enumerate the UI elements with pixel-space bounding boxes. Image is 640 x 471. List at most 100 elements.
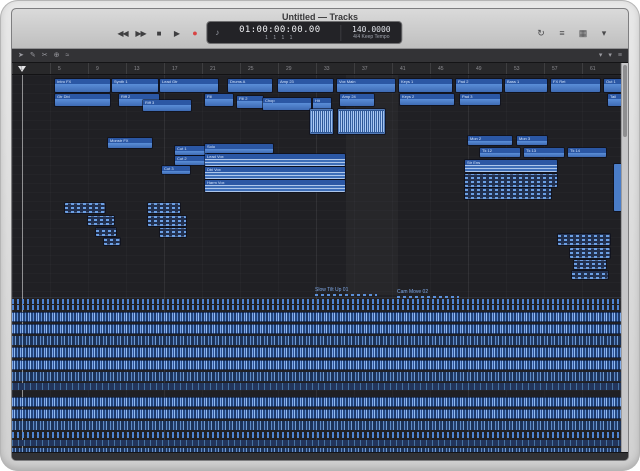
region-mon-2[interactable]: Mon 2 bbox=[468, 136, 512, 145]
ruler-tick: 45 bbox=[438, 66, 444, 72]
region-drums-a[interactable]: Drums A bbox=[228, 79, 272, 92]
bottom-track-row[interactable] bbox=[12, 421, 621, 430]
ruler-tick: 25 bbox=[248, 66, 254, 72]
pointer-tool-icon[interactable]: ➤ bbox=[18, 50, 24, 62]
region-fx-ret[interactable]: FX Ret bbox=[551, 79, 600, 92]
bottom-track-row[interactable] bbox=[12, 312, 621, 322]
zoom-tool-icon[interactable]: ⊕ bbox=[54, 50, 60, 62]
region-harm-vox[interactable]: Harm Vox bbox=[205, 180, 345, 192]
region-clip[interactable] bbox=[148, 203, 180, 213]
region-gtr-dbl[interactable]: Gtr Dbl bbox=[55, 94, 110, 106]
automation-icon[interactable]: ≈ bbox=[66, 50, 70, 62]
region-clip[interactable] bbox=[88, 216, 114, 225]
region-clip[interactable] bbox=[465, 188, 551, 199]
drag-menu-icon[interactable]: ▾ bbox=[608, 50, 612, 62]
region-clip[interactable] bbox=[310, 109, 333, 134]
region-amp-23[interactable]: Amp 23 bbox=[278, 79, 333, 92]
region-lead-vox[interactable]: Lead Vox bbox=[205, 154, 345, 166]
region-lead-gtr[interactable]: Lead Gtr bbox=[160, 79, 218, 92]
region-content bbox=[568, 153, 606, 157]
region-tk-13[interactable]: Tk 13 bbox=[524, 148, 564, 157]
region-content bbox=[88, 216, 114, 225]
region-clip[interactable] bbox=[96, 228, 116, 236]
region-content bbox=[468, 141, 512, 145]
bottom-track-row[interactable] bbox=[12, 360, 621, 370]
region-clip[interactable] bbox=[465, 174, 557, 187]
region-clip[interactable] bbox=[338, 109, 385, 134]
region-pad-3[interactable]: Pad 3 bbox=[460, 94, 500, 105]
lcd-display[interactable]: ♪ 01:00:00:00.00 1 1 1 1 140.0000 4/4 Ke… bbox=[206, 21, 402, 44]
control-toolbar: ➤ ✎ ✂ ⊕ ≈ ▾ ▾ ≡ bbox=[12, 49, 628, 63]
stop-button[interactable]: ■ bbox=[152, 27, 165, 40]
region-clip[interactable] bbox=[570, 248, 610, 258]
region-synth-1[interactable]: Synth 1 bbox=[112, 79, 158, 92]
mixer-icon[interactable]: ▦ bbox=[576, 27, 589, 40]
region-amp-24[interactable]: Amp 24 bbox=[340, 94, 374, 106]
ruler-tick: 41 bbox=[400, 66, 406, 72]
region-bass-1[interactable]: Bass 1 bbox=[505, 79, 547, 92]
region-str-ens[interactable]: Str Ens bbox=[465, 160, 557, 172]
region-clip[interactable] bbox=[558, 234, 610, 245]
region-intro-fx[interactable]: Intro FX bbox=[55, 79, 110, 92]
region-clip[interactable] bbox=[104, 238, 120, 245]
region-dbl-vox[interactable]: Dbl Vox bbox=[205, 167, 345, 179]
region-chop[interactable]: Chop bbox=[263, 98, 311, 110]
bottom-track-row[interactable] bbox=[12, 409, 621, 419]
region-clip[interactable] bbox=[574, 260, 606, 269]
region-pad-2[interactable]: Pad 2 bbox=[456, 79, 502, 92]
vertical-scrollbar[interactable] bbox=[621, 63, 628, 452]
play-button[interactable]: ▶ bbox=[170, 27, 183, 40]
zoom-sliders-icon[interactable]: ≡ bbox=[618, 50, 622, 62]
region-cut-1[interactable]: Cut 1 bbox=[175, 146, 207, 155]
bottom-track-row[interactable] bbox=[12, 305, 621, 310]
note-icon: ♪ bbox=[211, 28, 223, 37]
bottom-track-row[interactable] bbox=[12, 383, 621, 390]
bottom-track-row[interactable] bbox=[12, 372, 621, 381]
scissors-tool-icon[interactable]: ✂ bbox=[42, 50, 48, 62]
bottom-track-row[interactable] bbox=[12, 397, 621, 407]
bar-ruler[interactable]: 15913172125293337414549535761 bbox=[12, 63, 628, 75]
app-window: Untitled — Tracks ◀◀▶▶■▶● ♪ 01:00:00:00.… bbox=[11, 8, 629, 461]
vertical-scrollbar-thumb[interactable] bbox=[623, 65, 627, 137]
bottom-track-row[interactable] bbox=[12, 347, 621, 358]
rewind-button[interactable]: ◀◀ bbox=[116, 27, 129, 40]
cycle-icon[interactable]: ↻ bbox=[534, 27, 547, 40]
bottom-track-row[interactable] bbox=[12, 336, 621, 345]
region-vox-main[interactable]: Vox Main bbox=[337, 79, 395, 92]
bottom-track-row[interactable] bbox=[12, 299, 621, 304]
snap-menu-icon[interactable]: ▾ bbox=[599, 50, 603, 62]
pencil-tool-icon[interactable]: ✎ bbox=[30, 50, 36, 62]
toolbar-right-icons: ▾ ▾ ≡ bbox=[599, 50, 622, 62]
region-monstr-fx[interactable]: Monstr FX bbox=[108, 138, 152, 148]
list-icon[interactable]: ≡ bbox=[555, 27, 568, 40]
bottom-track-row[interactable] bbox=[12, 440, 621, 446]
region-content bbox=[340, 99, 374, 106]
region-clip[interactable] bbox=[148, 216, 186, 226]
region-content bbox=[148, 203, 180, 213]
region-fill-2[interactable]: Fill 2 bbox=[237, 96, 263, 108]
region-clip[interactable] bbox=[572, 271, 608, 279]
region-clip[interactable] bbox=[65, 203, 105, 213]
region-tk-14[interactable]: Tk 14 bbox=[568, 148, 606, 157]
region-content bbox=[55, 84, 110, 92]
region-content bbox=[162, 171, 190, 174]
arrange-area[interactable]: Intro FXSynth 1Lead Gtr Drums A Amp 23 Vox … bbox=[12, 75, 628, 454]
forward-button[interactable]: ▶▶ bbox=[134, 27, 147, 40]
region-fill[interactable]: Fill bbox=[205, 94, 233, 106]
region-keys-1[interactable]: Keys 1 bbox=[399, 79, 452, 92]
display-chevron-icon[interactable]: ▾ bbox=[597, 27, 610, 40]
region-riff-3[interactable]: Riff 3 bbox=[143, 100, 191, 111]
region-mon-3[interactable]: Mon 3 bbox=[517, 136, 547, 145]
ruler-tick: 49 bbox=[476, 66, 482, 72]
lcd-tempo-block: 140.0000 4/4 Keep Tempo bbox=[345, 25, 397, 40]
region-content bbox=[175, 151, 207, 155]
record-button[interactable]: ● bbox=[188, 27, 201, 40]
region-solo[interactable]: Solo bbox=[205, 144, 273, 153]
region-keys-2[interactable]: Keys 2 bbox=[400, 94, 454, 105]
bottom-track-row[interactable] bbox=[12, 324, 621, 334]
region-clip[interactable] bbox=[160, 228, 186, 237]
monitor-bezel: Untitled — Tracks ◀◀▶▶■▶● ♪ 01:00:00:00.… bbox=[0, 0, 640, 471]
region-cut-3[interactable]: Cut 3 bbox=[162, 166, 190, 174]
bottom-track-row[interactable] bbox=[12, 432, 621, 438]
region-tk-12[interactable]: Tk 12 bbox=[480, 148, 520, 157]
